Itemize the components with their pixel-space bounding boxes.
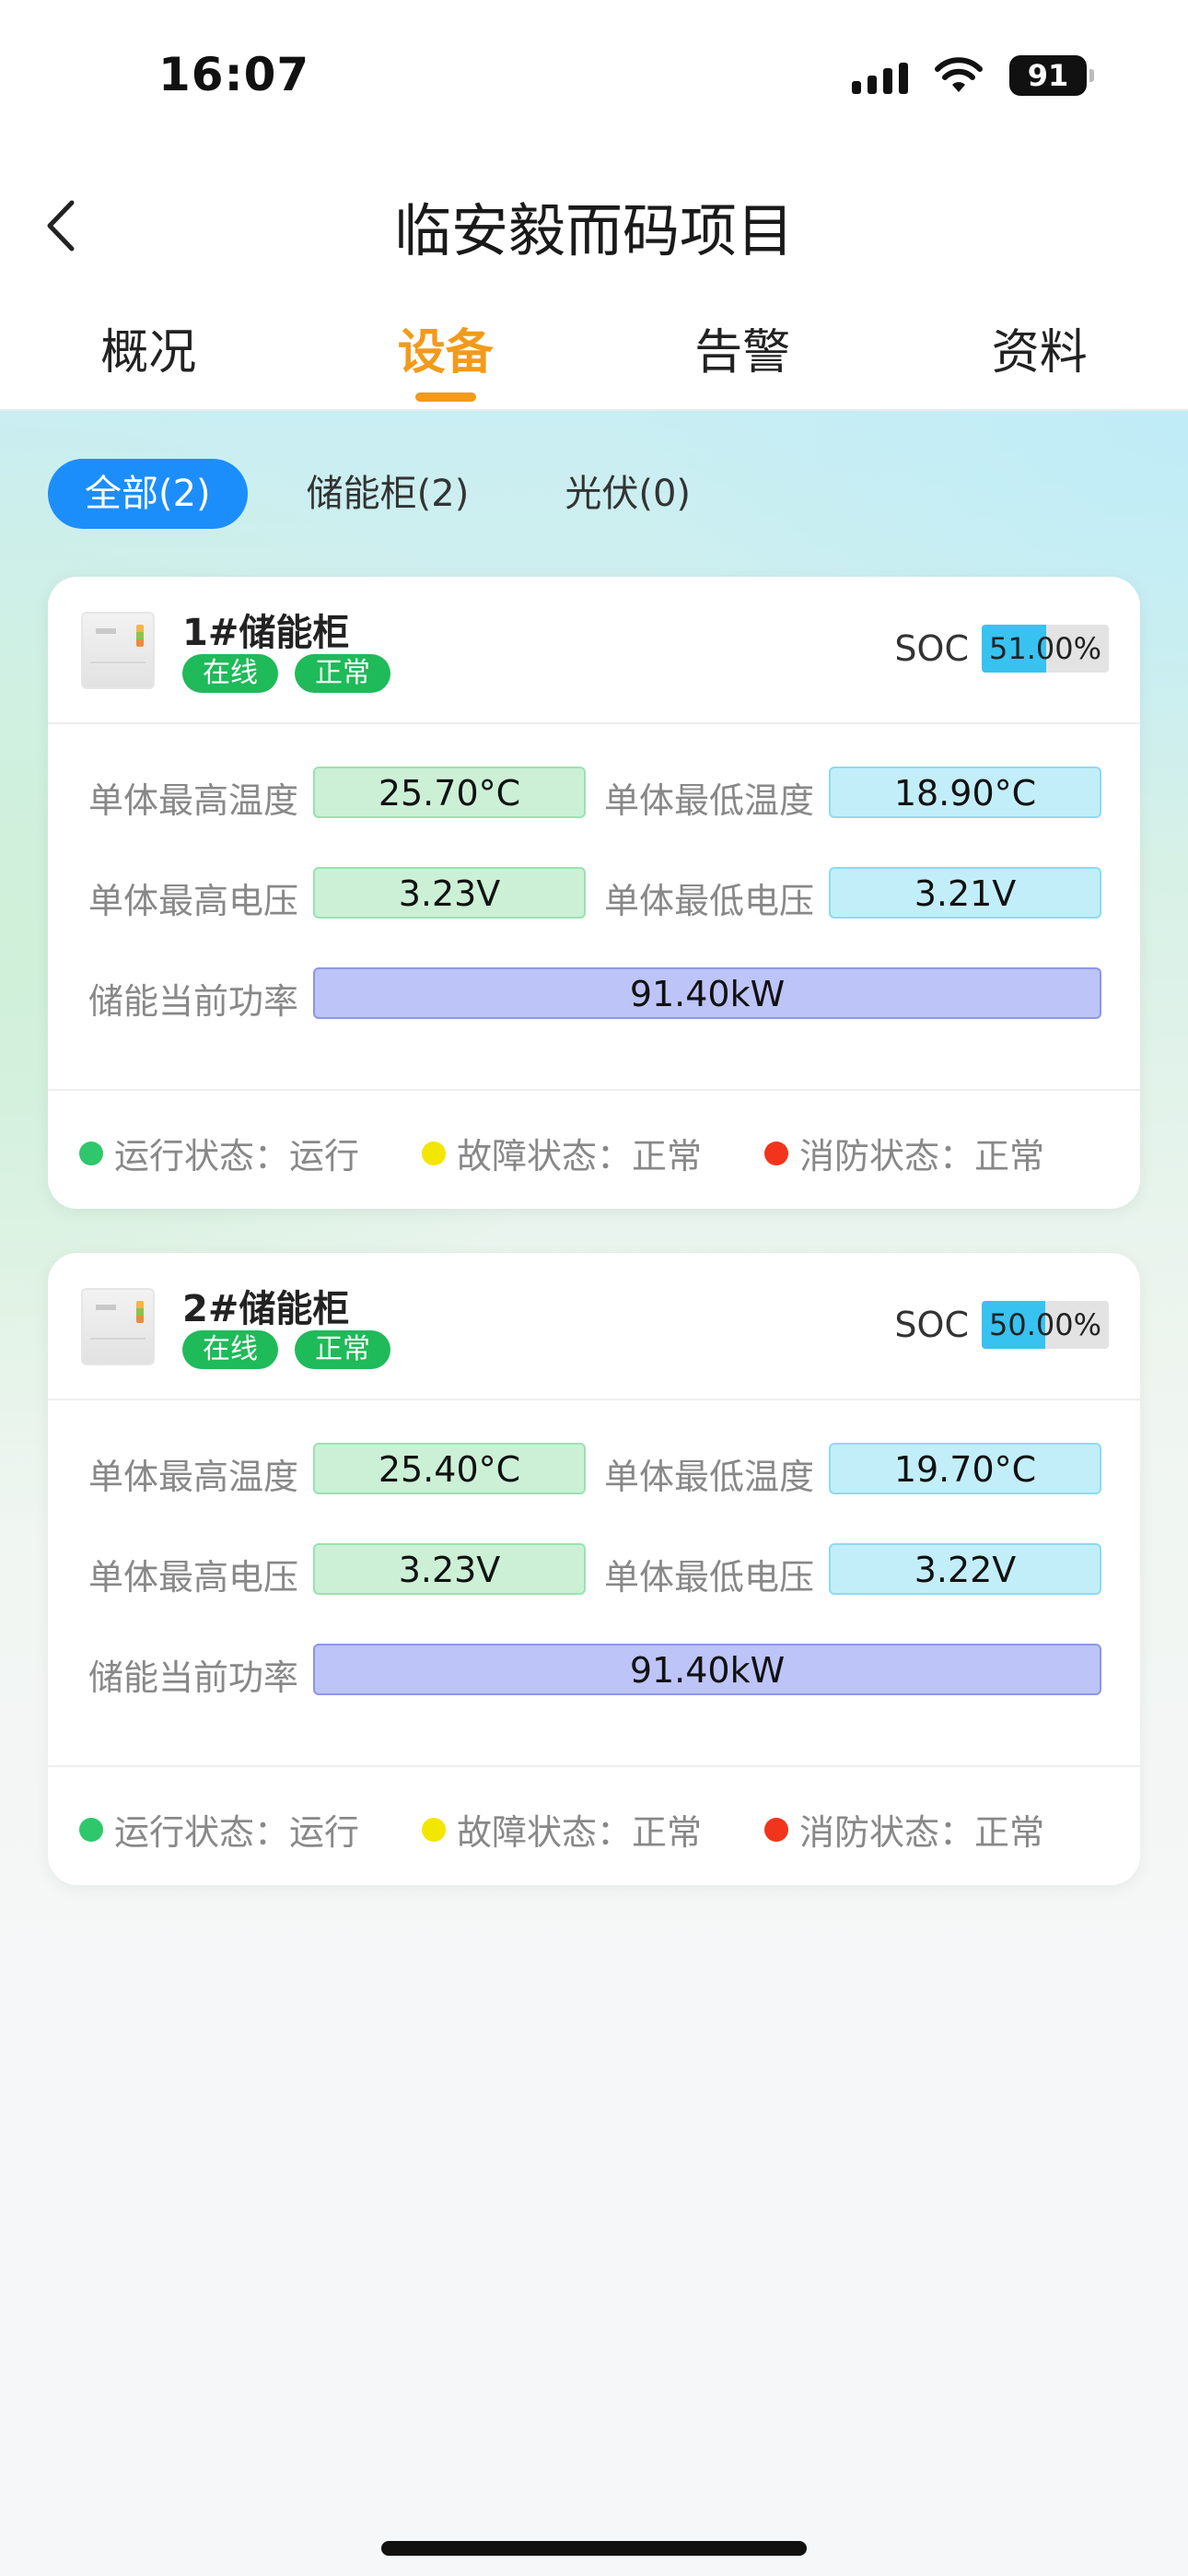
filter-all[interactable]: 全部(2): [48, 459, 248, 529]
max-volt-label: 单体最高电压: [88, 1557, 299, 1598]
cabinet-image: [81, 1288, 155, 1365]
min-temp-label: 单体最低温度: [604, 1457, 815, 1497]
fault-status: 故障状态： 正常: [422, 1804, 702, 1855]
max-temp-label: 单体最高温度: [88, 1457, 299, 1497]
card-header: 1#储能柜 在线 正常 SOC 51.00%: [48, 577, 1140, 724]
max-volt-label: 单体最高电压: [88, 881, 299, 921]
tab-documents[interactable]: 资料: [891, 313, 1188, 405]
max-volt-value: 3.23V: [313, 867, 586, 919]
metrics-grid: 单体最高温度 25.70°C 单体最低温度 18.90°C 单体最高电压 3.2…: [48, 724, 1140, 1091]
fault-status-dot: [422, 1141, 446, 1165]
min-volt-value: 3.22V: [829, 1543, 1101, 1595]
cabinet-name: 2#储能柜: [182, 1288, 350, 1330]
normal-badge: 正常: [295, 654, 390, 693]
fire-status-dot: [764, 1141, 788, 1165]
run-status: 运行状态： 运行: [79, 1804, 359, 1855]
soc-label: SOC: [894, 628, 969, 669]
fire-status-label: 消防状态：: [799, 1136, 975, 1177]
run-status-label: 运行状态：: [114, 1136, 290, 1177]
page-title: 临安毅而码项目: [393, 197, 794, 264]
wifi-icon: [935, 57, 983, 92]
fault-status-dot: [422, 1817, 446, 1842]
max-temp-value: 25.40°C: [313, 1443, 586, 1494]
status-row: 运行状态： 运行 故障状态： 正常 消防状态： 正常: [48, 1767, 1140, 1885]
battery-icon: 91: [1009, 55, 1094, 96]
power-label: 储能当前功率: [88, 981, 299, 1022]
status-icons: 91: [852, 55, 1094, 96]
soc-indicator: SOC 51.00%: [894, 625, 1109, 673]
cabinet-image: [81, 612, 155, 689]
status-badges: 在线 正常: [182, 654, 390, 693]
min-volt-label: 单体最低电压: [604, 1557, 815, 1598]
min-volt-value: 3.21V: [829, 867, 1101, 919]
filter-storage-cabinet[interactable]: 储能柜(2): [270, 459, 507, 529]
status-time: 16:07: [158, 48, 310, 101]
soc-indicator: SOC 50.00%: [894, 1301, 1109, 1349]
run-status-value: 运行: [289, 1812, 360, 1853]
cabinet-card[interactable]: 2#储能柜 在线 正常 SOC 50.00% 单体最高温度 25.40°C 单体…: [48, 1253, 1140, 1885]
soc-label: SOC: [894, 1305, 969, 1345]
run-status-value: 运行: [289, 1136, 360, 1177]
fire-status: 消防状态： 正常: [764, 1804, 1044, 1855]
card-header: 2#储能柜 在线 正常 SOC 50.00%: [48, 1253, 1140, 1400]
cellular-signal-icon: [852, 57, 908, 94]
run-status-label: 运行状态：: [114, 1812, 290, 1853]
fault-status-value: 正常: [632, 1136, 703, 1177]
metrics-grid: 单体最高温度 25.40°C 单体最低温度 19.70°C 单体最高电压 3.2…: [48, 1400, 1140, 1767]
min-temp-value: 18.90°C: [829, 767, 1101, 818]
max-temp-value: 25.70°C: [313, 767, 586, 818]
power-value: 91.40kW: [313, 967, 1101, 1019]
status-badges: 在线 正常: [182, 1330, 390, 1369]
home-indicator: [381, 2541, 807, 2556]
min-temp-value: 19.70°C: [829, 1443, 1101, 1494]
max-temp-label: 单体最高温度: [88, 780, 299, 821]
fire-status-label: 消防状态：: [799, 1812, 975, 1853]
filter-photovoltaic[interactable]: 光伏(0): [528, 459, 728, 529]
fault-status-label: 故障状态：: [457, 1812, 633, 1853]
soc-bar: 51.00%: [982, 625, 1109, 673]
status-row: 运行状态： 运行 故障状态： 正常 消防状态： 正常: [48, 1091, 1140, 1209]
cabinet-card[interactable]: 1#储能柜 在线 正常 SOC 51.00% 单体最高温度 25.70°C 单体…: [48, 577, 1140, 1209]
cabinet-name: 1#储能柜: [182, 612, 350, 654]
fault-status-label: 故障状态：: [457, 1136, 633, 1177]
tab-alarms[interactable]: 告警: [594, 313, 891, 405]
soc-value: 50.00%: [988, 1307, 1101, 1342]
fault-status-value: 正常: [632, 1812, 703, 1853]
min-temp-label: 单体最低温度: [604, 780, 815, 821]
filter-chips: 全部(2) 储能柜(2) 光伏(0): [48, 459, 728, 529]
online-badge: 在线: [182, 654, 278, 693]
screen: 16:07 91 临安毅而码项目 概况 设备 告警 资料 全部(2) 储能柜(2…: [0, 0, 1188, 2576]
fire-status-value: 正常: [974, 1136, 1045, 1177]
online-badge: 在线: [182, 1330, 278, 1369]
fault-status: 故障状态： 正常: [422, 1128, 702, 1178]
tab-overview[interactable]: 概况: [0, 313, 297, 405]
fire-status: 消防状态： 正常: [764, 1128, 1044, 1178]
normal-badge: 正常: [295, 1330, 390, 1369]
tab-devices[interactable]: 设备: [297, 313, 595, 405]
max-volt-value: 3.23V: [313, 1543, 586, 1595]
soc-bar: 50.00%: [982, 1301, 1109, 1349]
run-status-dot: [79, 1817, 103, 1842]
min-volt-label: 单体最低电压: [604, 881, 815, 921]
soc-value: 51.00%: [988, 631, 1101, 666]
fire-status-value: 正常: [974, 1812, 1045, 1853]
power-label: 储能当前功率: [88, 1657, 299, 1698]
run-status: 运行状态： 运行: [79, 1128, 359, 1178]
power-value: 91.40kW: [313, 1644, 1101, 1695]
tab-bar: 概况 设备 告警 资料: [0, 313, 1188, 405]
fire-status-dot: [764, 1817, 788, 1842]
run-status-dot: [79, 1141, 103, 1165]
